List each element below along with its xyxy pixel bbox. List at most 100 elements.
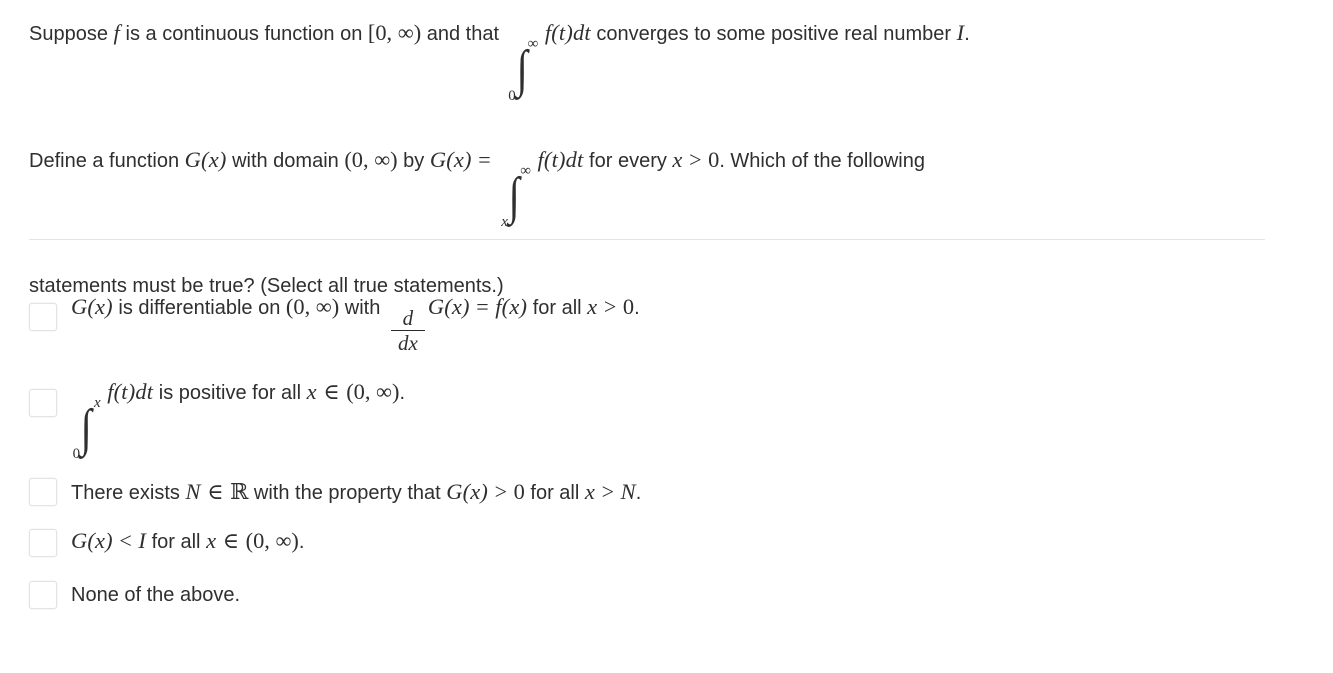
stem-text: with domain (232, 149, 339, 172)
variable-x: x (584, 479, 596, 505)
integral-icon: ∫ (80, 399, 92, 457)
option-label-1: G(x) is differentiable on (0, ∞) with d … (71, 290, 1269, 355)
option-exists-N[interactable]: There exists N ∈ ℝ with the property tha… (29, 477, 1269, 507)
interval-open-zero-infinity: (0, ∞) (245, 528, 299, 554)
option-period: . (399, 381, 406, 404)
function-G-of-x: G(x) (184, 146, 227, 172)
variable-x: x (672, 146, 683, 172)
greater-than-sign: > (603, 294, 617, 319)
function-f-of-x: f(x) (495, 294, 528, 319)
element-of-sign: ∈ (207, 479, 224, 505)
integrand: f(t)dt (537, 146, 584, 172)
interval-open-zero-infinity: (0, ∞) (346, 378, 400, 404)
checkbox-wrapper (29, 579, 71, 610)
number-zero: 0 (513, 479, 525, 505)
option-text: for all (151, 531, 201, 554)
function-G-of-x: G(x) (71, 294, 113, 319)
option-text: None of the above. (71, 584, 241, 607)
equals-sign: = (476, 294, 489, 319)
option-period: . (635, 482, 642, 505)
stem-period: . (964, 23, 970, 45)
greater-than-sign: > (689, 146, 702, 172)
question-stem: Suppose f is a continuous function on [0… (29, 20, 1269, 297)
integral-upper-limit: ∞ (527, 36, 539, 53)
option-label-4: G(x) < I for all x ∈ (0, ∞). (71, 527, 1269, 555)
option-integral-positive[interactable]: x ∫ 0 f(t)dt is positive for all x ∈ (0,… (29, 377, 1269, 464)
variable-I: I (138, 528, 147, 554)
option-none-of-the-above[interactable]: None of the above. (29, 579, 1269, 610)
interval-open-zero-infinity: (0, ∞) (285, 294, 340, 319)
question-line-2: Define a function G(x) with domain (0, ∞… (29, 146, 1269, 232)
integral-upper-limit: ∞ (520, 163, 531, 180)
integral-lower-limit: 0 (72, 446, 81, 463)
option-text: for all (530, 482, 580, 505)
checkbox-wrapper (29, 377, 71, 417)
less-than-sign: < (119, 528, 132, 554)
derivative-operator-d-dx: d dx (390, 305, 425, 356)
question-page: Suppose f is a continuous function on [0… (0, 0, 1333, 673)
checkbox-option-5[interactable] (29, 581, 57, 610)
integral-x-to-infinity: ∞ ∫ x (498, 164, 531, 231)
variable-x: x (587, 294, 598, 319)
checkbox-wrapper (29, 477, 71, 507)
variable-x: x (306, 378, 317, 404)
option-label-2: x ∫ 0 f(t)dt is positive for all x ∈ (0,… (71, 377, 1269, 464)
stem-text: for every (589, 149, 667, 172)
integrand: f(t)dt (544, 20, 591, 45)
option-text: is positive for all (158, 381, 302, 404)
stem-text: . Which of the following (719, 149, 925, 172)
integral-zero-to-x: x ∫ 0 (72, 394, 101, 463)
divider (29, 239, 1265, 240)
equals-sign: = (478, 146, 491, 172)
option-G-less-than-I[interactable]: G(x) < I for all x ∈ (0, ∞). (29, 527, 1269, 558)
option-text: for all (532, 297, 582, 319)
option-text: with the property that (253, 482, 441, 505)
greater-than-sign: > (494, 479, 508, 505)
fraction-numerator: d (402, 305, 414, 330)
checkbox-option-1[interactable] (29, 303, 57, 331)
stem-text: is a continuous function on (125, 23, 363, 45)
function-G-of-x: G(x) (446, 479, 489, 505)
interval-zero-infinity: [0, ∞) (367, 20, 422, 45)
element-of-sign: ∈ (222, 528, 240, 554)
real-numbers-symbol: ℝ (230, 480, 249, 506)
option-text: There exists (71, 482, 180, 505)
integral-icon: ∫ (516, 41, 528, 99)
checkbox-option-3[interactable] (29, 478, 57, 507)
option-period: . (298, 531, 305, 554)
number-zero: 0 (622, 294, 635, 319)
integrand: f(t)dt (107, 378, 154, 404)
stem-text: Suppose (29, 23, 108, 45)
option-label-3: There exists N ∈ ℝ with the property tha… (71, 477, 1269, 506)
greater-than-sign: > (601, 479, 614, 505)
checkbox-option-2[interactable] (29, 388, 57, 417)
stem-text: Define a function (29, 149, 180, 172)
variable-N: N (620, 479, 636, 505)
checkbox-wrapper (29, 290, 71, 331)
integral-lower-limit: x (501, 214, 508, 231)
integral-zero-to-infinity: ∞ ∫ 0 (506, 36, 539, 104)
option-text: is differentiable on (118, 297, 281, 319)
option-differentiable[interactable]: G(x) is differentiable on (0, ∞) with d … (29, 290, 1269, 355)
variable-f: f (113, 20, 120, 45)
stem-text: converges to some positive real number (596, 23, 952, 45)
fraction-denominator: dx (397, 331, 418, 356)
element-of-sign: ∈ (323, 378, 340, 404)
interval-open-zero-infinity: (0, ∞) (344, 146, 398, 172)
integral-lower-limit: 0 (508, 87, 516, 104)
question-line-1: Suppose f is a continuous function on [0… (29, 20, 1269, 105)
variable-N: N (185, 479, 201, 505)
answer-options-list: G(x) is differentiable on (0, ∞) with d … (29, 290, 1269, 625)
integral-upper-limit: x (94, 394, 101, 411)
function-G-of-x: G(x) (427, 294, 470, 319)
checkbox-wrapper (29, 527, 71, 558)
option-label-5: None of the above. (71, 579, 1269, 608)
option-text: with (344, 297, 381, 319)
checkbox-option-4[interactable] (29, 529, 57, 558)
number-zero: 0 (708, 146, 720, 172)
stem-text: by (403, 149, 425, 172)
integral-icon: ∫ (509, 168, 521, 226)
function-G-of-x: G(x) (71, 528, 113, 554)
stem-text: and that (426, 23, 500, 45)
option-period: . (634, 297, 640, 319)
